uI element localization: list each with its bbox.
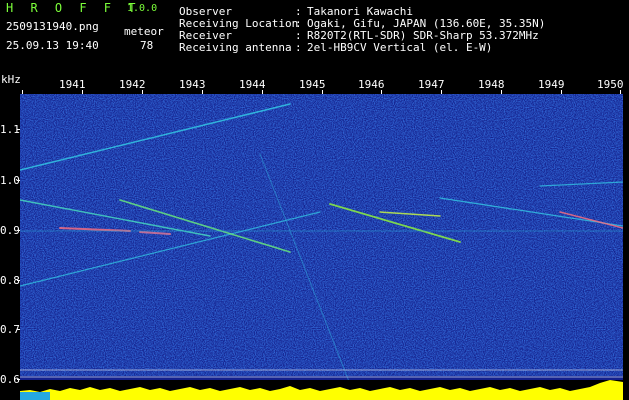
plot-right-border [623,94,629,400]
app-version: 1.0.0 [127,3,158,14]
info-row-location: Receiving Location : Ogaki, Gifu, JAPAN … [179,17,619,30]
meteor-label: meteor [124,25,164,38]
info-row-antenna: Receiving antenna : 2el-HB9CV Vertical (… [179,41,619,54]
spectrogram [20,94,623,400]
file-name: 2509131940.png [6,20,99,33]
level-meter-start [20,392,50,400]
info-value: 2el-HB9CV Vertical (el. E-W) [307,41,493,54]
info-separator: : [295,41,302,54]
noise-texture [20,94,623,376]
info-key: Receiving antenna [179,41,292,54]
header-panel: H R O F F T 1.0.0 2509131940.png 25.09.1… [0,0,629,72]
app-title: H R O F F T [6,1,141,15]
meteor-count: 78 [140,39,154,52]
file-datetime: 25.09.13 19:40 [6,39,99,52]
info-row-receiver: Receiver : R820T2(RTL-SDR) SDR-Sharp 53.… [179,29,619,42]
info-row-observer: Observer : Takanori Kawachi [179,5,619,18]
unit-label: kHz [1,73,21,86]
